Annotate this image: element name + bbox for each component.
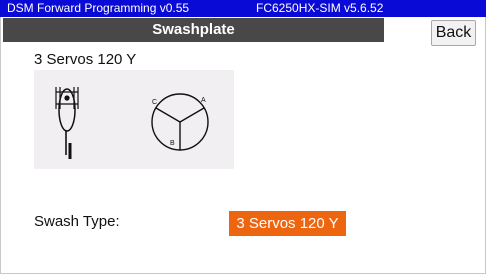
app-version-text: DSM Forward Programming v0.55 [7,1,190,15]
page-title: Swashplate [3,18,384,42]
helicopter-side-icon [55,87,79,159]
swash-type-selector[interactable]: 3 Servos 120 Y [229,211,346,236]
swashplate-svg: C A B [55,87,209,159]
back-button[interactable]: Back [431,20,476,46]
servo-label-c: C [152,99,157,106]
servo-label-a: A [201,97,206,104]
swashplate-diagram: C A B [34,70,234,169]
swash-type-heading: 3 Servos 120 Y [34,51,137,68]
swash-type-label: Swash Type: [34,213,120,230]
swashplate-y-icon [151,93,209,151]
servo-label-b: B [170,140,175,147]
status-bar: DSM Forward Programming v0.55 FC6250HX-S… [0,0,486,17]
receiver-version-text: FC6250HX-SIM v5.6.52 [256,1,384,15]
